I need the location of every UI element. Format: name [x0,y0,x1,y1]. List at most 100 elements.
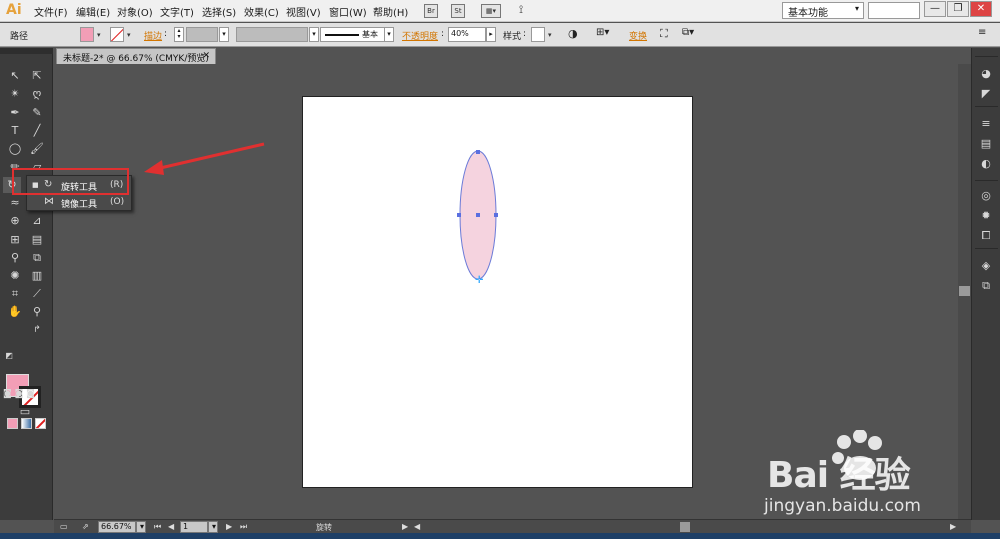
stroke-panel-icon[interactable]: ≡ [978,116,994,131]
opacity-input[interactable]: 40% [448,27,486,42]
curvature-tool-icon[interactable]: ✎ [28,105,46,121]
stroke-weight-stepper[interactable]: ▴ ▾ [174,27,184,42]
symbol-sprayer-tool-icon[interactable]: ✺ [6,268,24,284]
chevron-down-icon[interactable]: ▾ [548,31,552,39]
chevron-down-icon[interactable]: ▾ [136,521,146,533]
artboard-number-input[interactable]: 1 [180,521,208,533]
horizontal-scroll-thumb[interactable] [680,522,690,532]
menu-effect[interactable]: 效果(C) [244,4,279,19]
first-artboard-icon[interactable]: ⏮ [154,522,161,532]
center-point[interactable] [476,213,480,217]
scroll-thumb[interactable] [959,286,970,296]
chevron-down-icon[interactable]: ▾ [97,31,101,39]
graphic-style-swatch[interactable] [531,27,545,42]
menu-type[interactable]: 文字(T) [160,4,194,19]
transform-link[interactable]: 变换 [629,29,647,42]
mesh-tool-icon[interactable]: ⊞ [6,232,24,248]
chevron-down-icon[interactable]: ▾ [384,27,394,42]
paintbrush-tool-icon[interactable]: 🖌 [28,141,46,157]
close-icon[interactable]: ✕ [202,51,210,61]
slice-tool-icon[interactable]: ⟋ [28,286,46,302]
stroke-color-swatch[interactable] [110,27,124,42]
artboards-panel-icon[interactable]: ⧉ [978,278,994,293]
layers-panel-icon[interactable]: ◈ [978,258,994,273]
screen-mode-icon[interactable]: ▭ [16,404,34,420]
artboard-tool-icon[interactable]: ⌗ [6,286,24,302]
stock-icon[interactable]: St [451,4,465,18]
width-tool-icon[interactable]: ≈ [6,195,24,211]
scroll-right-icon[interactable]: ▶ [950,522,956,531]
perspective-grid-tool-icon[interactable]: ⊿ [28,213,46,229]
chevron-right-icon[interactable]: ▶ [402,522,408,531]
maximize-button[interactable]: ❐ [947,1,969,17]
eyedropper-tool-icon[interactable]: ⚲ [6,250,24,266]
fill-color-swatch[interactable] [80,27,94,42]
menu-file[interactable]: 文件(F) [34,4,68,19]
recolor-artwork-icon[interactable]: ◑ [568,27,578,40]
blend-tool-icon[interactable]: ⧉ [28,250,46,266]
swap-fill-stroke-icon[interactable]: ↱ [28,322,46,338]
chevron-down-icon[interactable]: ▾ [219,27,229,42]
magic-wand-tool-icon[interactable]: ✴ [6,86,24,102]
lasso-tool-icon[interactable]: ღ [28,86,46,102]
document-tab[interactable]: 未标题-2* @ 66.67% (CMYK/预览) ✕ [56,48,216,64]
color-guide-panel-icon[interactable]: ◤ [978,86,994,101]
shape-builder-tool-icon[interactable]: ⊕ [6,213,24,229]
arrange-documents-icon[interactable]: ▦▾ [481,4,501,18]
ellipse-tool-icon[interactable]: ◯ [6,141,24,157]
draw-modes-icon[interactable]: ◙ ◙ ◙ [3,386,49,402]
variable-width-profile[interactable] [236,27,308,42]
direct-selection-tool-icon[interactable]: ⇱ [28,68,46,84]
flyout-item-reflect[interactable]: ⋈ 镜像工具 (O) [27,194,131,211]
gradient-panel-icon[interactable]: ▤ [978,136,994,151]
zoom-tool-icon[interactable]: ⚲ [28,304,46,320]
line-tool-icon[interactable]: ╱ [28,123,46,139]
graphic-styles-panel-icon[interactable]: ✹ [978,208,994,223]
selected-ellipse[interactable]: ✛ [455,147,503,285]
appearance-panel-icon[interactable]: ◎ [978,188,994,203]
help-search-input[interactable] [868,2,920,19]
anchor-point-right[interactable] [494,213,498,217]
default-fill-stroke-icon[interactable]: ◩ [0,348,18,364]
anchor-point-left[interactable] [457,213,461,217]
scroll-left-icon[interactable]: ◀ [414,522,420,531]
none-mode-button[interactable] [35,418,46,429]
brush-definition-select[interactable]: 基本 [320,27,392,42]
transparency-panel-icon[interactable]: ◐ [978,156,994,171]
align-icon[interactable]: ⊞▾ [596,27,609,38]
workspace-switcher[interactable]: 基本功能 ▾ [782,2,864,19]
hand-tool-icon[interactable]: ✋ [6,304,24,320]
menu-select[interactable]: 选择(S) [202,4,236,19]
column-graph-tool-icon[interactable]: ▥ [28,268,46,284]
opacity-label[interactable]: 不透明度 [402,29,438,42]
panel-menu-icon[interactable]: ≡ [978,27,986,38]
chevron-down-icon[interactable]: ▾ [208,521,218,533]
menu-object[interactable]: 对象(O) [117,4,153,19]
rotate-origin-icon[interactable]: ✛ [475,275,484,285]
isolate-group-icon[interactable]: ⛶ [660,27,668,41]
previous-artboard-icon[interactable]: ◀ [168,522,174,531]
gpu-performance-icon[interactable]: ⟟ [514,4,528,18]
color-panel-icon[interactable]: ◕ [978,66,994,81]
selection-tool-icon[interactable]: ↖ [6,68,24,84]
bridge-icon[interactable]: Br [424,4,438,18]
close-button[interactable]: ✕ [970,1,992,17]
menu-view[interactable]: 视图(V) [286,4,321,19]
share-icon[interactable]: ⇗ [82,522,89,531]
zoom-input[interactable]: 66.67% [98,521,136,533]
type-tool-icon[interactable]: T [6,123,24,139]
last-artboard-icon[interactable]: ⏭ [240,522,247,532]
make-envelope-icon[interactable]: ⧉▾ [682,27,694,38]
chevron-down-icon[interactable]: ▾ [309,27,319,42]
anchor-point-top[interactable] [476,150,480,154]
menu-help[interactable]: 帮助(H) [373,4,408,19]
minimize-button[interactable]: — [924,1,946,17]
menu-window[interactable]: 窗口(W) [329,4,367,19]
chevron-right-icon[interactable]: ▸ [486,27,496,42]
panel-grip[interactable] [0,48,53,54]
next-artboard-icon[interactable]: ▶ [226,522,232,531]
pen-tool-icon[interactable]: ✒ [6,105,24,121]
menu-edit[interactable]: 编辑(E) [76,4,110,19]
gradient-tool-icon[interactable]: ▤ [28,232,46,248]
stroke-weight-field[interactable] [186,27,218,42]
